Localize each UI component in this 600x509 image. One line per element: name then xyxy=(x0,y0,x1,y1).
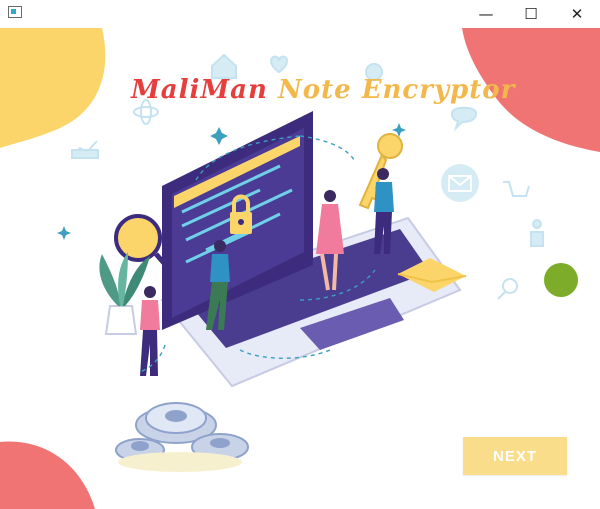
person-icon xyxy=(532,219,542,229)
maximize-button[interactable]: ☐ xyxy=(508,0,554,28)
cart-icon xyxy=(503,181,530,197)
app-title-part-2: Note Encryptor xyxy=(277,75,516,105)
next-button[interactable]: NEXT xyxy=(463,437,567,475)
app-title: MaliMan Note Encryptor xyxy=(131,75,515,105)
yellow-blob-decoration xyxy=(0,28,106,148)
app-icon xyxy=(8,6,22,18)
magnifier-illustration xyxy=(114,214,162,262)
magnifier-icon xyxy=(502,278,518,294)
close-button[interactable]: ✕ xyxy=(554,0,600,28)
green-dot-decoration xyxy=(544,263,578,297)
minimize-button[interactable]: — xyxy=(463,0,509,28)
laptop-illustration xyxy=(160,111,462,388)
title-bar: — ☐ ✕ xyxy=(0,0,600,28)
sparkle-icon xyxy=(210,127,228,145)
chat-icon xyxy=(450,106,478,132)
app-title-part-1: MaliMan xyxy=(131,75,268,105)
atom-icon xyxy=(133,106,159,118)
mail-icon xyxy=(441,164,479,202)
heart-icon xyxy=(269,55,289,74)
coral-blob-bottom-decoration xyxy=(0,441,95,509)
